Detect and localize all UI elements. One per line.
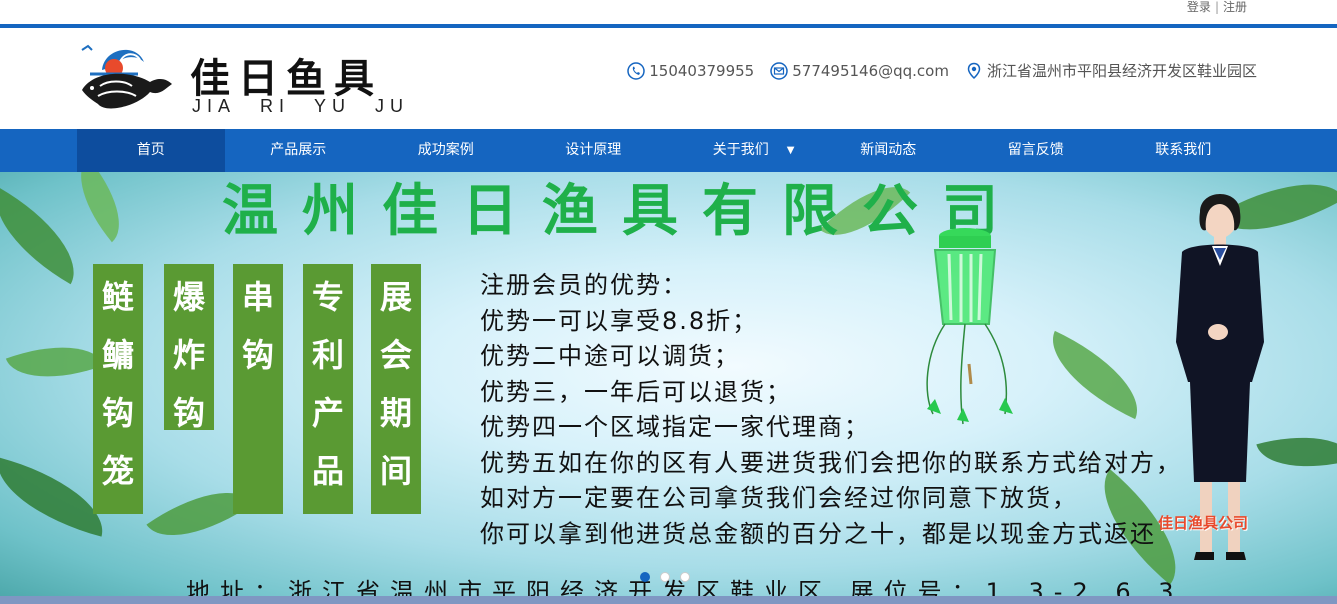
login-link[interactable]: 登录 <box>1187 0 1211 14</box>
caret-down-icon: ▼ <box>786 145 795 156</box>
nav-label: 留言反馈 <box>1007 142 1064 158</box>
feature-block-char: 展 <box>379 278 412 316</box>
nav-item-news[interactable]: 新闻动态 <box>815 129 963 172</box>
bottom-strip <box>0 596 1337 604</box>
phone-icon <box>627 61 645 80</box>
nav-label: 关于我们 <box>712 142 769 158</box>
feature-block-char: 间 <box>379 452 412 490</box>
feature-block-char: 钩 <box>101 394 134 432</box>
nav-label: 产品展示 <box>270 142 327 158</box>
register-link[interactable]: 注册 <box>1223 0 1247 14</box>
nav-item-about[interactable]: 关于我们 ▼ <box>667 129 815 172</box>
nav-label: 联系我们 <box>1155 142 1212 158</box>
benefit-line: 你可以拿到他进货总金额的百分之十，都是以现金方式返还 <box>480 519 1156 548</box>
feature-block: 展会期间 <box>371 264 421 514</box>
slider-dot[interactable] <box>680 572 690 582</box>
slider-dots <box>640 572 700 582</box>
nav-label: 首页 <box>136 142 165 158</box>
phone-number: 15040379955 <box>649 61 755 80</box>
feature-block-char: 专 <box>311 278 344 316</box>
feature-block-char: 品 <box>311 452 344 490</box>
feature-block: 爆炸钩 <box>164 264 214 432</box>
logo-name-en: JIA RI YU JU <box>192 96 433 117</box>
benefit-line: 优势四一个区域指定一家代理商； <box>480 413 870 441</box>
nav-item-feedback[interactable]: 留言反馈 <box>962 129 1110 172</box>
logo-word: YU <box>314 96 352 116</box>
link-separator: | <box>1214 0 1219 14</box>
account-links: 登录 | 注册 <box>1187 0 1247 14</box>
nav-item-home[interactable]: 首页 <box>77 129 225 172</box>
leaf-decoration <box>60 172 140 243</box>
benefit-line: 优势二中途可以调货； <box>480 342 740 370</box>
feature-block: 鲢鳙钩笼 <box>93 264 143 514</box>
slider-dot[interactable] <box>660 572 670 582</box>
benefit-line: 优势一可以享受8.8折； <box>480 306 759 335</box>
feature-block-char: 利 <box>311 336 344 374</box>
contact-email: 577495146@qq.com <box>770 62 949 80</box>
feature-block-char: 鲢 <box>101 278 134 316</box>
nav-label: 设计原理 <box>565 142 622 158</box>
benefit-line: 优势五如在你的区有人要进货我们会把你的联系方式给对方， <box>480 448 1182 477</box>
leaf-decoration <box>0 187 95 285</box>
feature-block-char: 钩 <box>172 394 205 432</box>
email-icon <box>770 61 788 80</box>
member-benefits: 注册会员的优势： 优势一可以享受8.8折； 优势二中途可以调货； 优势三，一年后… <box>480 268 1182 552</box>
feature-block-char: 笼 <box>101 452 134 490</box>
email-address: 577495146@qq.com <box>792 61 949 80</box>
contact-address: 浙江省温州市平阳县经济开发区鞋业园区 <box>965 60 1257 81</box>
feature-block-char: 会 <box>379 336 412 374</box>
feature-block-char: 钩 <box>241 336 274 374</box>
site-logo[interactable]: 佳日鱼具 JIA RI YU JU <box>80 40 403 120</box>
slider-dot[interactable] <box>640 572 650 582</box>
feature-block-char: 鳙 <box>101 336 134 374</box>
nav-item-design[interactable]: 设计原理 <box>520 129 668 172</box>
main-nav: 首页 产品展示 成功案例 设计原理 关于我们 ▼ 新闻动态 留言反馈 联系我们 <box>0 129 1337 172</box>
nav-item-products[interactable]: 产品展示 <box>225 129 373 172</box>
fishing-cage-image <box>926 228 1013 425</box>
fish-logo-icon <box>81 44 172 109</box>
logo-word: JIA <box>192 96 237 116</box>
logo-word: JU <box>375 96 410 116</box>
feature-block-char: 炸 <box>172 336 205 374</box>
nav-item-cases[interactable]: 成功案例 <box>372 129 520 172</box>
feature-block-char: 爆 <box>172 278 205 316</box>
benefit-line: 注册会员的优势： <box>480 271 688 299</box>
hero-banner[interactable]: 温州佳日渔具有限公司 鲢鳙钩笼 爆炸钩 串钩 专利产品 展会期间 注册会员的优势… <box>0 172 1337 604</box>
nav-item-contact[interactable]: 联系我们 <box>1110 129 1258 172</box>
feature-block-char: 期 <box>379 394 412 432</box>
site-header: 佳日鱼具 JIA RI YU JU 15040379955 577495146@qq.… <box>0 28 1337 129</box>
address-text: 浙江省温州市平阳县经济开发区鞋业园区 <box>986 62 1257 80</box>
nav-label: 成功案例 <box>417 142 474 158</box>
company-tag: 佳日渔具公司 <box>1158 514 1249 532</box>
benefit-line: 优势三，一年后可以退货； <box>480 377 792 406</box>
location-pin-icon <box>967 62 981 79</box>
feature-block: 专利产品 <box>303 264 353 514</box>
nav-label: 新闻动态 <box>860 142 917 158</box>
top-bar: 登录 | 注册 <box>0 0 1337 26</box>
contact-info: 15040379955 577495146@qq.com 浙江省温州市平阳县经济… <box>611 60 1257 81</box>
leaf-decoration <box>5 327 105 397</box>
feature-block-char: 产 <box>311 394 344 432</box>
contact-phone: 15040379955 <box>627 62 754 80</box>
benefit-line: 如对方一定要在公司拿货我们会经过你同意下放货， <box>480 484 1078 512</box>
banner-title: 温州佳日渔具有限公司 <box>222 179 1022 244</box>
feature-block: 串钩 <box>233 264 283 514</box>
logo-word: RI <box>260 96 291 116</box>
feature-block-char: 串 <box>241 278 274 316</box>
